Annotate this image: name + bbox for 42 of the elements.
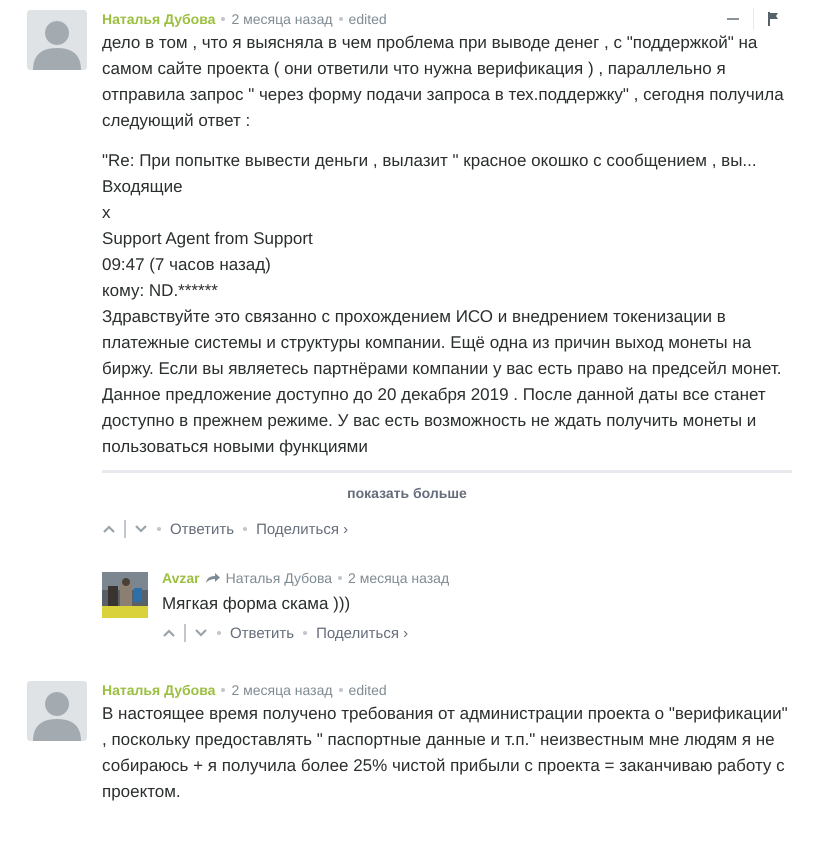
separator-dot — [157, 527, 161, 531]
separator-dot — [217, 631, 221, 635]
comment-text: кому: ND.****** — [102, 280, 219, 302]
avatar-icon — [27, 10, 87, 70]
reply-to-name[interactable]: Наталья Дубова — [226, 570, 332, 586]
separator-dot — [338, 17, 343, 21]
comment-text: 09:47 (7 часов назад) — [102, 254, 272, 276]
reply-arrow-icon — [204, 572, 221, 584]
share-link[interactable]: Поделиться › — [316, 624, 408, 642]
timestamp[interactable]: 2 месяца назад — [231, 682, 333, 698]
comment-text: "Re: При попытке вывести деньги , вылазит " красное окошко с сообщением , вы... — [102, 150, 758, 172]
show-more-button[interactable]: показать больше — [347, 485, 467, 501]
author-name[interactable]: Наталья Дубова — [102, 11, 216, 27]
collapse-icon[interactable] — [727, 17, 739, 21]
comment-text: Мягкая форма скама ))) — [162, 593, 352, 615]
separator-dot — [243, 527, 248, 531]
edited-label: edited — [348, 11, 387, 27]
comment-text: x — [102, 202, 112, 224]
upvote-icon[interactable] — [162, 628, 176, 638]
downvote-icon[interactable] — [134, 524, 148, 534]
avatar-icon — [27, 681, 87, 741]
reply-link[interactable]: Ответить — [170, 520, 234, 538]
reply-link[interactable]: Ответить — [230, 624, 294, 642]
comment-text: дело в том , что я выясняла в чем проблема при выводе денег , с "поддержкой" на самом сайте проекта ( они ответили что нужна верификация ) , параллельно я отправила запрос " через форму подачи запроса в тех.поддержку" , сегодня получила следующий ответ : — [102, 32, 785, 132]
author-name[interactable]: Avzar — [162, 570, 200, 586]
author-name[interactable]: Наталья Дубова — [102, 682, 216, 698]
downvote-icon[interactable] — [194, 628, 208, 638]
upvote-icon[interactable] — [102, 524, 116, 534]
separator-dot — [338, 576, 342, 580]
comment-text: Входящие — [102, 176, 184, 198]
separator-dot — [221, 17, 226, 21]
share-link[interactable]: Поделиться › — [256, 520, 348, 538]
separator-dot — [303, 631, 308, 635]
flag-icon[interactable] — [768, 12, 778, 26]
comment-text: В настоящее время получено требования от администрации проекта о "верификации" , поскольку предоставлять " паспортные данные и т.п." неизвестным мне людям я не собираюсь + я получила более 25% чистой прибыли с проекта = заканчиваю работу с проектом. — [102, 703, 789, 803]
timestamp[interactable]: 2 месяца назад — [348, 570, 450, 586]
timestamp[interactable]: 2 месяца назад — [231, 11, 333, 27]
comment-text: Здравствуйте это связанно с прохождением ИСО и внедрением токенизации в платежные системы и структуры компании. Ещё одна из причин выход монеты на биржу. Если вы являетесь партнёрами компании у вас есть право на предсейл монет. Данное предложение доступно до 20 декабря 2019 . После данной даты все станет доступно в прежнем режиме. У вас есть возможность не ждать получить монеты и пользоваться новыми функциями — [102, 306, 783, 458]
edited-label: edited — [348, 682, 387, 698]
separator-dot — [221, 688, 226, 692]
separator-dot — [338, 688, 343, 692]
comment-text: Support Agent from Support — [102, 228, 314, 250]
